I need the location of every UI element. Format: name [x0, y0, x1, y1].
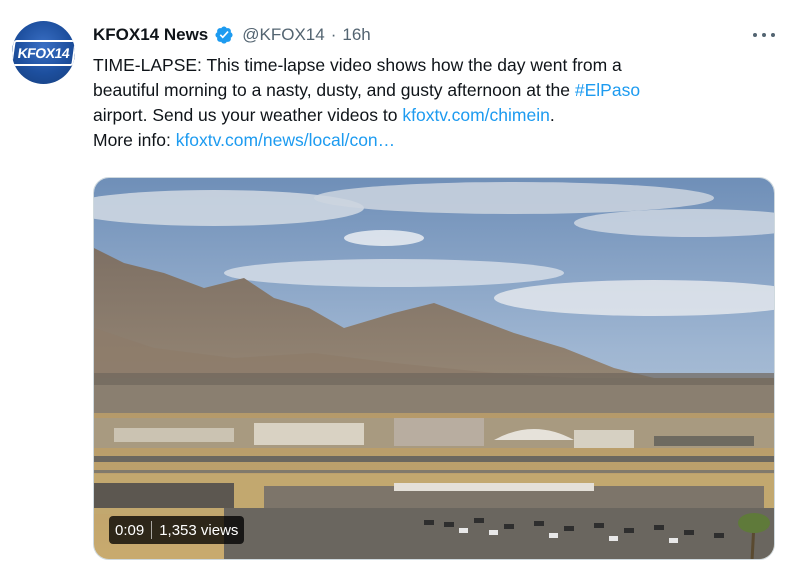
- text-segment: airport. Send us your weather videos to: [93, 105, 403, 125]
- separator-dot: ·: [330, 25, 337, 44]
- timestamp[interactable]: 16h: [342, 25, 370, 45]
- video-stats-badge: 0:09 1,353 views: [109, 516, 245, 544]
- tweet-text-line: beautiful morning to a nasty, dusty, and…: [93, 78, 773, 103]
- tweet-text-line: TIME-LAPSE: This time-lapse video shows …: [93, 55, 622, 75]
- display-name[interactable]: KFOX14 News: [93, 25, 208, 45]
- chimein-link[interactable]: kfoxtv.com/chimein: [402, 105, 550, 125]
- avatar[interactable]: KFOX14: [12, 21, 75, 84]
- verified-badge-icon: [215, 26, 233, 44]
- tweet-header: KFOX14 News @KFOX14 · 16h: [93, 22, 775, 48]
- handle[interactable]: @KFOX14: [242, 25, 324, 45]
- text-segment: .: [549, 105, 555, 125]
- tweet-text: TIME-LAPSE: This time-lapse video shows …: [93, 53, 773, 153]
- tweet-text-line: More info: kfoxtv.com/news/local/con…: [93, 128, 773, 153]
- tweet-card[interactable]: KFOX14 KFOX14 News @KFOX14 · 16h TIME-LA…: [0, 0, 787, 561]
- badge-divider: [151, 521, 153, 539]
- view-count: 1,353 views: [159, 521, 239, 539]
- video-frame: [94, 178, 774, 559]
- tweet-text-line: airport. Send us your weather videos to …: [93, 103, 773, 128]
- more-info-link[interactable]: kfoxtv.com/news/local/con…: [176, 130, 395, 150]
- text-segment: More info:: [93, 130, 176, 150]
- video-player[interactable]: [93, 177, 775, 560]
- kfox14-logo: KFOX14: [12, 39, 75, 66]
- video-duration: 0:09: [115, 521, 145, 539]
- more-options-icon[interactable]: [753, 30, 775, 40]
- text-segment: beautiful morning to a nasty, dusty, and…: [93, 80, 575, 100]
- hashtag-link[interactable]: #ElPaso: [575, 80, 640, 100]
